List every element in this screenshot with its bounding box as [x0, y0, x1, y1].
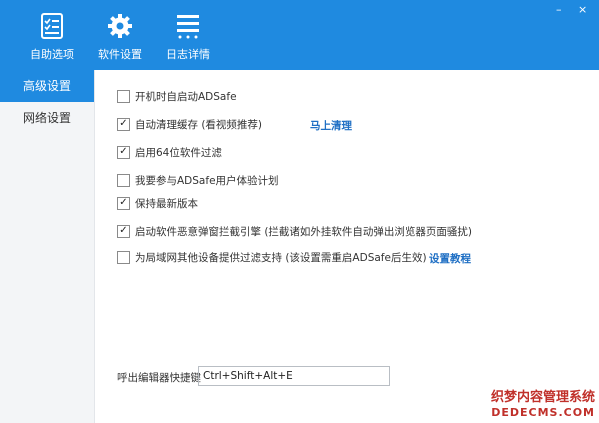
nav-self-help[interactable]: 自助选项: [22, 12, 82, 62]
option-label: 自动清理缓存 (看视频推荐): [135, 118, 263, 131]
popup-blocker-checkbox[interactable]: ✓: [117, 224, 130, 238]
gear-icon: [108, 14, 132, 38]
option-lan-filter: 为局域网其他设备提供过滤支持 (该设置需重启ADSafe后生效): [117, 249, 427, 265]
sidebar-item-network-settings[interactable]: 网络设置: [0, 102, 94, 134]
experience-program-checkbox[interactable]: [117, 173, 130, 187]
auto-clean-cache-checkbox[interactable]: ✓: [117, 117, 130, 131]
hotkey-input[interactable]: Ctrl+Shift+Alt+E: [198, 366, 390, 386]
checklist-icon: [41, 13, 63, 39]
option-label: 启动软件恶意弹窗拦截引擎 (拦截诸如外挂软件自动弹出浏览器页面骚扰): [135, 225, 473, 238]
option-label: 为局域网其他设备提供过滤支持 (该设置需重启ADSafe后生效): [135, 251, 427, 264]
option-64bit-filter: ✓ 启用64位软件过滤: [117, 144, 222, 160]
option-label: 启用64位软件过滤: [135, 146, 222, 159]
watermark: 织梦内容管理系统 DEDECMS.COM: [491, 390, 595, 419]
option-experience-program: 我要参与ADSafe用户体验计划: [117, 172, 279, 188]
nav-log-details-label: 日志详情: [166, 48, 210, 61]
autostart-checkbox[interactable]: [117, 89, 130, 103]
option-label: 开机时自启动ADSafe: [135, 90, 237, 103]
watermark-title: 织梦内容管理系统: [490, 390, 595, 405]
minimize-button[interactable]: –: [556, 4, 562, 16]
watermark-domain: DEDECMS.COM: [491, 406, 595, 419]
nav-software-settings-label: 软件设置: [98, 48, 142, 61]
settings-panel: 开机时自启动ADSafe ✓ 自动清理缓存 (看视频推荐) 马上清理 ✓ 启用6…: [95, 70, 599, 423]
option-auto-clean-cache: ✓ 自动清理缓存 (看视频推荐): [117, 116, 262, 132]
nav-software-settings[interactable]: 软件设置: [90, 12, 150, 62]
close-button[interactable]: ×: [578, 4, 587, 16]
sidebar-item-advanced-settings[interactable]: 高级设置: [0, 70, 94, 102]
keep-latest-checkbox[interactable]: ✓: [117, 196, 130, 210]
nav-log-details[interactable]: 日志详情: [158, 12, 218, 62]
top-toolbar: – × 自助选项 软件设置 日志详情: [0, 0, 599, 70]
option-autostart: 开机时自启动ADSafe: [117, 88, 237, 104]
option-label: 我要参与ADSafe用户体验计划: [135, 174, 279, 187]
sidebar: 高级设置 网络设置: [0, 70, 95, 423]
list-icon: [177, 15, 199, 39]
lan-filter-checkbox[interactable]: [117, 250, 130, 264]
option-label: 保持最新版本: [135, 197, 198, 210]
option-popup-blocker: ✓ 启动软件恶意弹窗拦截引擎 (拦截诸如外挂软件自动弹出浏览器页面骚扰): [117, 223, 472, 239]
64bit-filter-checkbox[interactable]: ✓: [117, 145, 130, 159]
nav-self-help-label: 自助选项: [30, 48, 74, 61]
option-keep-latest: ✓ 保持最新版本: [117, 195, 198, 211]
hotkey-label: 呼出编辑器快捷键: [117, 372, 201, 384]
clean-now-link[interactable]: 马上清理: [310, 118, 352, 133]
setup-tutorial-link[interactable]: 设置教程: [429, 251, 471, 266]
